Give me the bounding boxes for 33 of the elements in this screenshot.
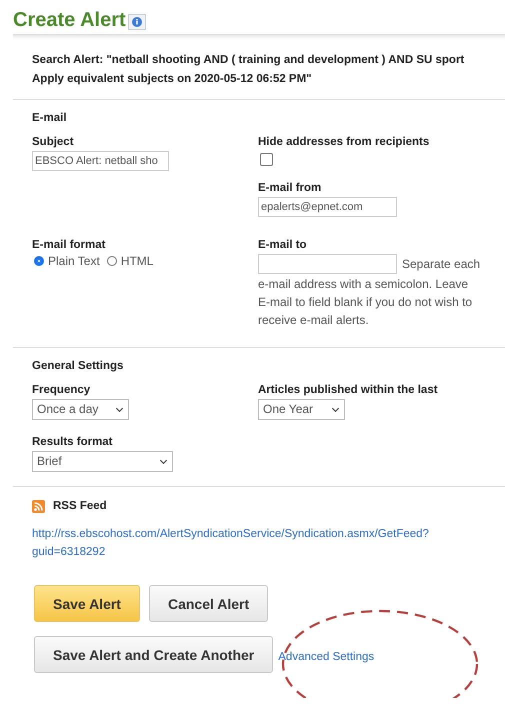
advanced-settings-link[interactable]: Advanced Settings [278,650,374,662]
field-label: Hide addresses from recipients [258,136,430,148]
results-format-dropdown[interactable]: Brief [32,451,173,472]
email-from-field[interactable]: epalerts@epnet.com [258,197,397,217]
help-icon[interactable] [128,14,146,30]
field-label: Results format [32,436,114,448]
help-text: Separate each [402,257,480,271]
cancel-alert-button[interactable]: Cancel Alert [148,585,268,622]
save-alert-button[interactable]: Save Alert [34,585,140,622]
subject-field[interactable]: EBSCO Alert: netball sho [32,151,169,171]
search-alert-text: Search Alert: "netball shooting AND ( training and development ) AND SU sport Apply equivalent subjects on 2020-05-12 06:52 PM" [32,53,466,87]
field-label: E-mail from [258,182,322,194]
period-dropdown[interactable]: One Year [258,399,345,420]
radio-button[interactable] [106,256,117,266]
section-heading: General Settings [32,360,124,372]
page-title: Create Alert [13,8,126,32]
frequency-dropdown[interactable]: Once a day [32,399,129,420]
field-label: Subject [32,136,75,148]
rss-feed-link[interactable]: http://rss.ebscohost.com/AlertSyndicationService/Syndication.asmx/GetFeed?guid=6318292 [32,525,432,561]
field-label: E-mail to [258,239,308,251]
section-heading: E-mail [32,112,68,124]
checkbox[interactable] [260,153,273,166]
radio-label: Plain Text [48,254,100,268]
save-and-create-button[interactable]: Save Alert and Create Another [34,636,274,673]
field-label: E-mail format [32,239,106,251]
radio-button[interactable] [34,256,44,266]
field-label: Frequency [32,384,92,396]
help-text: e-mail address with a semicolon. Leave E-mail to field blank if you do not wish to receive e-mail alerts. [258,276,474,329]
email-to-field[interactable] [258,254,397,274]
section-heading: RSS Feed [53,499,107,514]
rss-icon [32,500,45,513]
field-label: Articles published within the last [258,384,439,396]
radio-label: HTML [120,254,154,268]
